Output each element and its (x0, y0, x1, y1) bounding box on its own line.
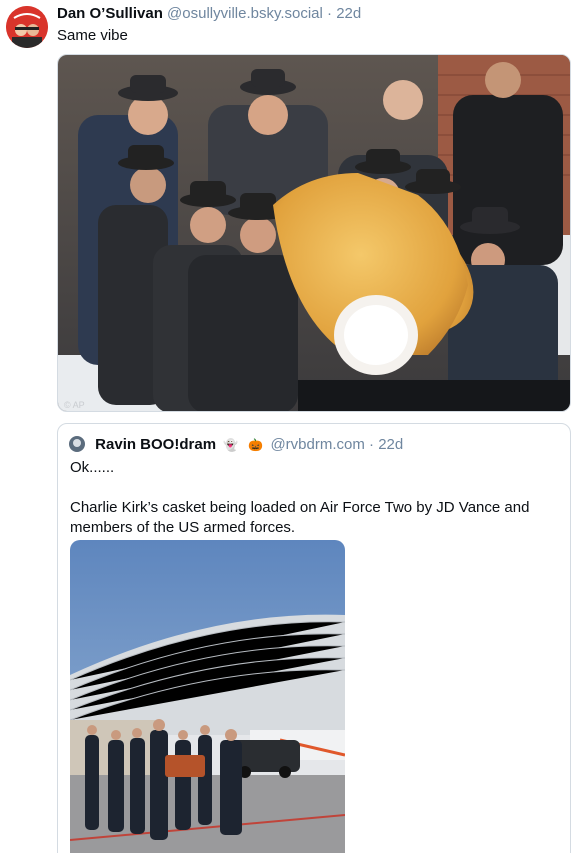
quote-text-line-1: Ok...... (70, 459, 115, 476)
author-name[interactable]: Dan O’Sullivan (57, 5, 163, 22)
post[interactable]: Dan O’Sullivan @osullyville.bsky.social … (0, 0, 577, 853)
quote-author-handle[interactable]: @rvbdrm.com (270, 436, 364, 453)
quote-author-avatar[interactable] (69, 436, 85, 452)
quote-text-line-2: Charlie Kirk’s casket being loaded on Ai… (70, 499, 530, 536)
post-header: Dan O’Sullivan @osullyville.bsky.social … (57, 5, 361, 23)
author-handle[interactable]: @osullyville.bsky.social (167, 5, 323, 22)
pumpkin-emoji: 🎃 (248, 438, 264, 452)
quote-header: Ravin BOO!dram 👻 🎃 @rvbdrm.com · 22d (69, 436, 403, 454)
image-watermark: © AP (64, 400, 85, 410)
quoted-post[interactable]: Ravin BOO!dram 👻 🎃 @rvbdrm.com · 22d Ok.… (57, 423, 571, 853)
quote-image-airport[interactable] (70, 540, 345, 853)
author-avatar[interactable] (6, 6, 48, 48)
quote-author-name[interactable]: Ravin BOO!dram (95, 436, 216, 453)
quote-time[interactable]: 22d (378, 436, 403, 453)
post-image-twinkie-funeral[interactable]: © AP (57, 54, 571, 412)
ghost-emoji: 👻 (223, 438, 239, 452)
post-text: Same vibe (57, 27, 128, 44)
post-time[interactable]: 22d (336, 5, 361, 22)
separator-dot: · (327, 5, 333, 22)
separator-dot: · (369, 436, 375, 453)
